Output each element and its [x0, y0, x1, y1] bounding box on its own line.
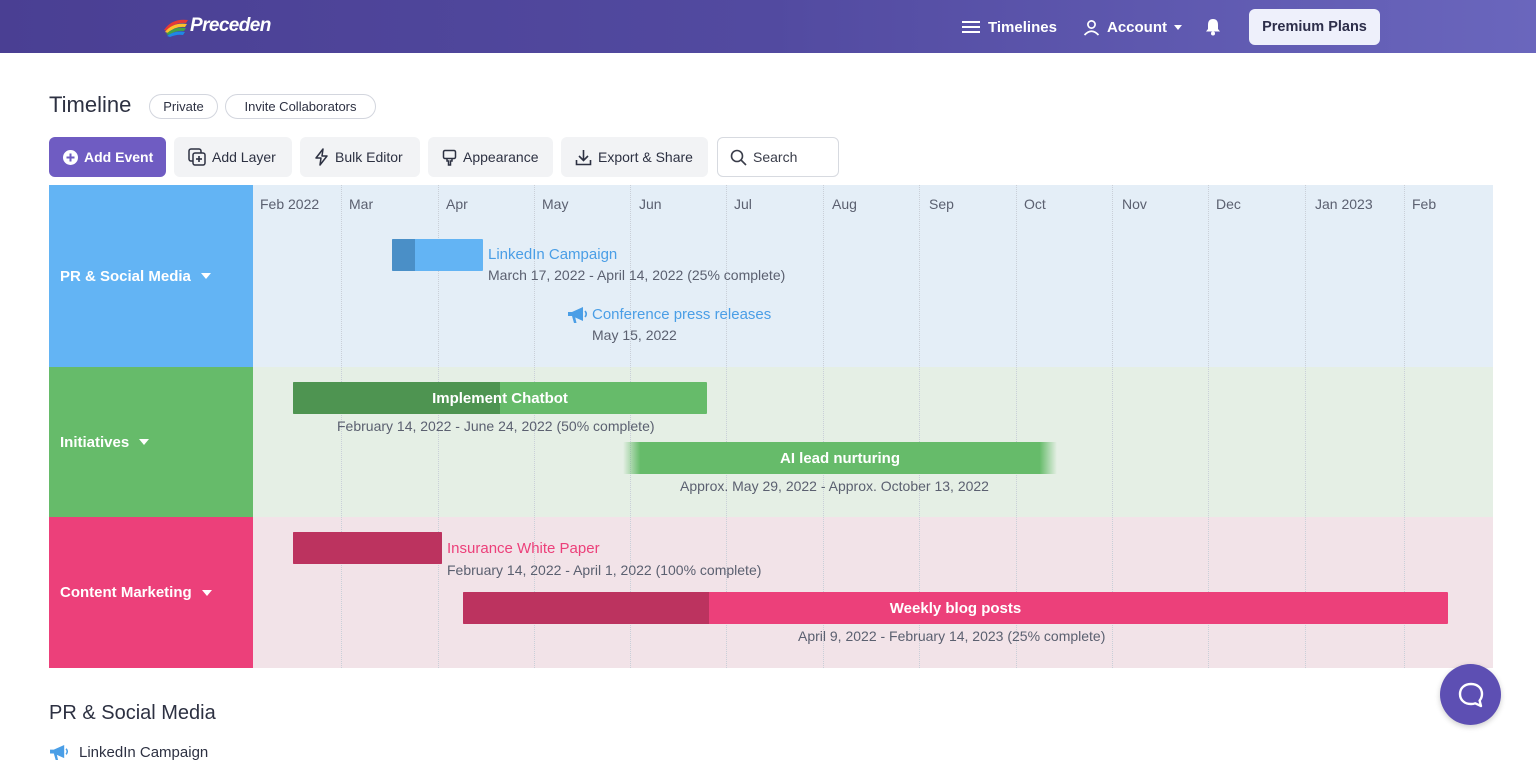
- appearance-button[interactable]: Appearance: [428, 137, 553, 177]
- event-list-item[interactable]: LinkedIn Campaign: [49, 744, 208, 761]
- month-label: Aug: [832, 196, 857, 212]
- event-title[interactable]: Insurance White Paper: [447, 540, 600, 557]
- bell-icon: [1206, 19, 1220, 36]
- search-input[interactable]: Search: [717, 137, 839, 177]
- appearance-label: Appearance: [463, 149, 539, 165]
- top-navigation: Preceden Timelines Account Premium Plans: [0, 0, 1536, 53]
- event-date: Approx. May 29, 2022 - Approx. October 1…: [680, 478, 989, 494]
- privacy-badge[interactable]: Private: [149, 94, 218, 119]
- event-bar-implement-chatbot[interactable]: Implement Chatbot: [293, 382, 707, 414]
- caret-down-icon[interactable]: [201, 589, 212, 596]
- brand-logo[interactable]: Preceden: [162, 12, 271, 40]
- nav-timelines-label: Timelines: [988, 18, 1057, 36]
- event-bar-weekly-blog-posts[interactable]: Weekly blog posts: [463, 592, 1448, 624]
- event-date: February 14, 2022 - April 1, 2022 (100% …: [447, 562, 762, 578]
- event-title: Implement Chatbot: [432, 389, 568, 407]
- event-date: March 17, 2022 - April 14, 2022 (25% com…: [488, 267, 786, 283]
- month-label: Jul: [734, 196, 752, 212]
- layer-label-pr-social-media[interactable]: PR & Social Media: [49, 185, 253, 367]
- export-share-button[interactable]: Export & Share: [561, 137, 708, 177]
- month-label: Oct: [1024, 196, 1046, 212]
- layer-name: Initiatives: [60, 433, 130, 451]
- layer-label-initiatives[interactable]: Initiatives: [49, 367, 253, 517]
- month-label: Feb: [1412, 196, 1437, 212]
- premium-plans-button[interactable]: Premium Plans: [1249, 9, 1380, 45]
- month-label: May: [542, 196, 569, 212]
- paint-brush-icon: [442, 149, 457, 166]
- event-bar-ai-lead-nurturing[interactable]: AI lead nurturing: [623, 442, 1057, 474]
- progress-fill: [293, 532, 442, 564]
- event-title[interactable]: Conference press releases: [592, 306, 771, 323]
- menu-icon: [962, 21, 980, 33]
- chevron-down-icon: [1174, 24, 1182, 30]
- brand-name: Preceden: [190, 15, 271, 36]
- month-label: Nov: [1122, 196, 1147, 212]
- add-event-label: Add Event: [84, 149, 154, 165]
- layer-label-content-marketing[interactable]: Content Marketing: [49, 517, 253, 668]
- event-title[interactable]: LinkedIn Campaign: [488, 246, 617, 263]
- caret-down-icon[interactable]: [200, 273, 211, 279]
- event-bar-linkedin-campaign[interactable]: [392, 239, 483, 271]
- page-title: Timeline: [49, 92, 132, 117]
- megaphone-icon[interactable]: [567, 306, 588, 324]
- month-label: Feb 2022: [260, 196, 320, 212]
- layer-name: PR & Social Media: [60, 267, 191, 285]
- event-date: February 14, 2022 - June 24, 2022 (50% c…: [337, 418, 655, 434]
- progress-fill: [392, 239, 415, 271]
- search-icon: [730, 149, 747, 166]
- lightning-icon: [315, 148, 328, 166]
- layer-section-title: PR & Social Media: [49, 702, 216, 724]
- event-bar-insurance-white-paper[interactable]: [293, 532, 442, 564]
- search-placeholder: Search: [753, 149, 798, 165]
- notifications-button[interactable]: [1205, 14, 1228, 40]
- chat-bubble-icon: [1458, 682, 1483, 707]
- download-icon: [575, 149, 592, 165]
- nav-account-label: Account: [1107, 18, 1167, 36]
- bulk-editor-button[interactable]: Bulk Editor: [300, 137, 420, 177]
- user-icon: [1083, 19, 1100, 36]
- add-event-button[interactable]: Add Event: [49, 137, 166, 177]
- caret-down-icon[interactable]: [139, 439, 150, 445]
- layer-name: Content Marketing: [60, 584, 192, 601]
- month-label: Dec: [1216, 196, 1241, 212]
- plus-circle-icon: [63, 149, 78, 165]
- event-date: May 15, 2022: [592, 327, 677, 343]
- month-label: Mar: [349, 196, 374, 212]
- layers-plus-icon: [188, 148, 206, 166]
- bulk-editor-label: Bulk Editor: [335, 149, 403, 165]
- add-layer-label: Add Layer: [212, 149, 276, 165]
- export-share-label: Export & Share: [598, 149, 693, 165]
- invite-collaborators-button[interactable]: Invite Collaborators: [225, 94, 376, 119]
- nav-timelines[interactable]: Timelines: [961, 14, 1057, 40]
- month-label: Apr: [446, 196, 468, 212]
- month-label: Jun: [639, 196, 662, 212]
- megaphone-icon: [50, 744, 69, 761]
- layer-row-pr-social-media: [253, 185, 1493, 367]
- event-date: April 9, 2022 - February 14, 2023 (25% c…: [798, 628, 1106, 644]
- month-label: Sep: [929, 196, 954, 212]
- event-title: Weekly blog posts: [889, 599, 1022, 617]
- add-layer-button[interactable]: Add Layer: [174, 137, 292, 177]
- event-list-item-label: LinkedIn Campaign: [79, 744, 209, 761]
- month-label: Jan 2023: [1315, 196, 1373, 212]
- chat-support-button[interactable]: [1440, 664, 1501, 725]
- timeline-chart: PR & Social Media Initiatives Content Ma…: [49, 185, 1493, 668]
- preceden-logo-icon: [164, 19, 188, 37]
- nav-account[interactable]: Account: [1083, 14, 1182, 40]
- event-title: AI lead nurturing: [780, 449, 900, 467]
